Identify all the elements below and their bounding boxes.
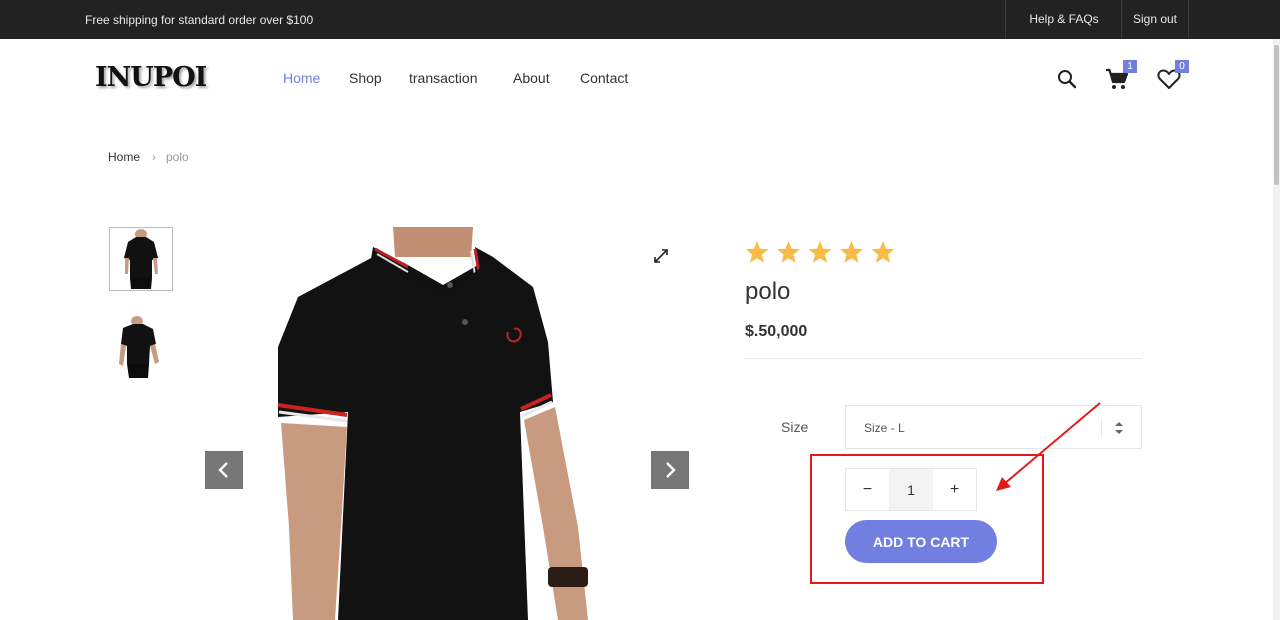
star-icon <box>840 241 863 263</box>
sign-out-link[interactable]: Sign out <box>1121 0 1189 39</box>
nav-shop[interactable]: Shop <box>349 70 382 86</box>
size-selected-value: Size - L <box>864 421 905 435</box>
shipping-notice: Free shipping for standard order over $1… <box>85 13 314 27</box>
breadcrumb-current: polo <box>166 150 189 164</box>
expand-image-icon[interactable] <box>652 247 670 265</box>
search-icon[interactable] <box>1056 68 1078 90</box>
breadcrumb-home[interactable]: Home <box>108 150 140 164</box>
nav-contact[interactable]: Contact <box>580 70 628 86</box>
star-icon <box>871 241 895 263</box>
site-logo[interactable]: INUPOI <box>95 62 207 93</box>
rating-stars <box>745 240 897 271</box>
breadcrumb-separator: › <box>152 150 156 164</box>
nav-about[interactable]: About <box>513 70 550 86</box>
chevron-right-icon <box>666 462 676 478</box>
annotation-arrow <box>996 402 1101 491</box>
divider <box>745 358 1142 359</box>
select-caret-icon <box>1115 422 1123 434</box>
star-icon <box>745 241 769 263</box>
page-scrollbar-thumb[interactable] <box>1274 45 1279 185</box>
product-thumbnail-2[interactable] <box>109 316 173 380</box>
top-bar: Free shipping for standard order over $1… <box>0 0 1280 39</box>
help-faqs-link[interactable]: Help & FAQs <box>1005 0 1122 39</box>
prev-image-button[interactable] <box>205 451 243 489</box>
product-main-image <box>243 227 651 620</box>
product-thumbnail-1[interactable] <box>109 227 173 291</box>
wishlist-count-badge: 0 <box>1175 60 1189 73</box>
chevron-left-icon <box>218 462 228 478</box>
next-image-button[interactable] <box>651 451 689 489</box>
size-label: Size <box>781 419 809 435</box>
nav-home[interactable]: Home <box>283 70 320 86</box>
product-price: $.50,000 <box>745 323 808 340</box>
star-icon <box>777 241 800 263</box>
product-name: polo <box>745 278 791 305</box>
star-icon <box>808 241 832 263</box>
nav-transaction[interactable]: transaction <box>409 70 477 86</box>
cart-count-badge: 1 <box>1123 60 1137 73</box>
